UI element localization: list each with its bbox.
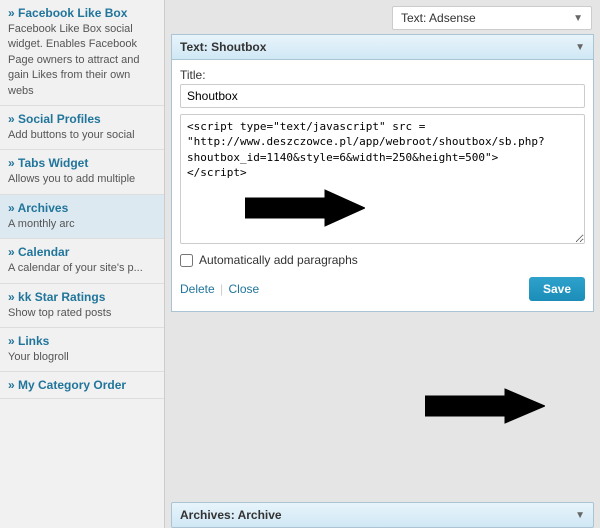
- close-link[interactable]: Close: [228, 282, 259, 296]
- title-field-row: Title:: [180, 68, 585, 108]
- calendar-desc: A calendar of your site's p...: [8, 261, 156, 276]
- script-textarea[interactable]: <script type="text/javascript" src = "ht…: [180, 114, 585, 244]
- links-title[interactable]: Links: [8, 334, 156, 348]
- sidebar-item-my-category-order[interactable]: My Category Order: [0, 372, 164, 399]
- archives-chevron-icon: ▼: [575, 510, 585, 521]
- facebook-like-box-title[interactable]: Facebook Like Box: [8, 6, 156, 20]
- archives-dropdown[interactable]: Archives: Archive ▼: [171, 502, 594, 528]
- archives-desc: A monthly arc: [8, 217, 156, 232]
- links-desc: Your blogroll: [8, 350, 156, 365]
- top-dropdown-container: Text: Adsense ▼: [165, 0, 600, 34]
- sidebar-item-archives[interactable]: Archives A monthly arc: [0, 195, 164, 239]
- social-profiles-desc: Add buttons to your social: [8, 128, 156, 143]
- sidebar-item-calendar[interactable]: Calendar A calendar of your site's p...: [0, 239, 164, 283]
- sidebar-item-facebook-like-box[interactable]: Facebook Like Box Facebook Like Box soci…: [0, 0, 164, 106]
- sidebar-item-social-profiles[interactable]: Social Profiles Add buttons to your soci…: [0, 106, 164, 150]
- tabs-widget-title[interactable]: Tabs Widget: [8, 156, 156, 170]
- action-row: Delete | Close Save: [180, 273, 585, 303]
- auto-paragraphs-row: Automatically add paragraphs: [180, 253, 585, 267]
- arrow-annotation-2: [425, 388, 545, 424]
- archives-dropdown-label: Archives: Archive: [180, 508, 282, 522]
- archives-title[interactable]: Archives: [8, 201, 156, 215]
- sidebar-item-kk-star-ratings[interactable]: kk Star Ratings Show top rated posts: [0, 284, 164, 328]
- facebook-like-box-desc: Facebook Like Box social widget. Enables…: [8, 22, 156, 99]
- text-adsense-label: Text: Adsense: [401, 11, 476, 25]
- kk-star-ratings-title[interactable]: kk Star Ratings: [8, 290, 156, 304]
- delete-link[interactable]: Delete: [180, 282, 215, 296]
- title-label: Title:: [180, 68, 585, 82]
- my-category-order-title[interactable]: My Category Order: [8, 378, 156, 392]
- shoutbox-chevron-icon: ▼: [575, 42, 585, 53]
- text-adsense-dropdown[interactable]: Text: Adsense ▼: [392, 6, 592, 30]
- calendar-title[interactable]: Calendar: [8, 245, 156, 259]
- widget-sidebar: Facebook Like Box Facebook Like Box soci…: [0, 0, 165, 528]
- main-content-area: Text: Adsense ▼ Text: Shoutbox ▼ Title: …: [165, 0, 600, 528]
- action-links: Delete | Close: [180, 282, 259, 296]
- kk-star-ratings-desc: Show top rated posts: [8, 306, 156, 321]
- shoutbox-panel-header[interactable]: Text: Shoutbox ▼: [172, 35, 593, 60]
- chevron-down-icon: ▼: [573, 13, 583, 24]
- sidebar-item-tabs-widget[interactable]: Tabs Widget Allows you to add multiple: [0, 150, 164, 194]
- title-input[interactable]: [180, 84, 585, 108]
- shoutbox-panel: Text: Shoutbox ▼ Title: <script type="te…: [171, 34, 594, 312]
- bottom-archives-container: Archives: Archive ▼: [171, 502, 594, 528]
- auto-paragraphs-label: Automatically add paragraphs: [199, 253, 358, 267]
- social-profiles-title[interactable]: Social Profiles: [8, 112, 156, 126]
- shoutbox-panel-title: Text: Shoutbox: [180, 40, 266, 54]
- script-field-row: <script type="text/javascript" src = "ht…: [180, 114, 585, 247]
- save-button[interactable]: Save: [529, 277, 585, 301]
- shoutbox-body: Title: <script type="text/javascript" sr…: [172, 60, 593, 311]
- tabs-widget-desc: Allows you to add multiple: [8, 172, 156, 187]
- sidebar-item-links[interactable]: Links Your blogroll: [0, 328, 164, 372]
- auto-paragraphs-checkbox[interactable]: [180, 254, 193, 267]
- divider: |: [220, 282, 226, 296]
